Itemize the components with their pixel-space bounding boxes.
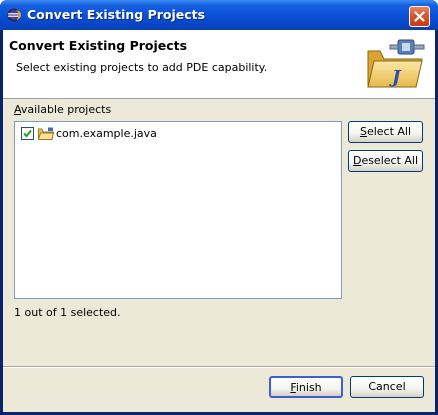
wizard-page-title: Convert Existing Projects (9, 38, 188, 53)
close-button[interactable] (409, 6, 430, 27)
select-all-button[interactable]: Select All (348, 121, 423, 143)
dialog-window: Convert Existing Projects Convert Existi… (0, 0, 438, 415)
project-folder-icon (37, 127, 55, 140)
project-checkbox[interactable] (21, 126, 34, 140)
checkmark-icon (23, 129, 32, 137)
wizard-banner: Convert Existing Projects Select existin… (3, 30, 435, 99)
button-bar-separator (3, 366, 435, 368)
eclipse-icon (7, 8, 21, 22)
java-project-folder-icon: J (364, 37, 426, 91)
wizard-page-description: Select existing projects to add PDE capa… (16, 61, 268, 74)
list-item[interactable]: com.example.java (21, 125, 157, 141)
cancel-button[interactable]: Cancel (350, 376, 424, 398)
dialog-client-area: Convert Existing Projects Select existin… (3, 30, 435, 412)
window-title: Convert Existing Projects (27, 7, 206, 22)
selection-status: 1 out of 1 selected. (14, 306, 121, 319)
project-name: com.example.java (56, 126, 157, 140)
title-bar[interactable]: Convert Existing Projects (0, 0, 438, 30)
finish-button[interactable]: Finish (269, 376, 343, 398)
projects-list[interactable]: com.example.java (14, 121, 342, 299)
deselect-all-button[interactable]: Deselect All (348, 150, 423, 172)
available-projects-label: Available projects (14, 103, 112, 116)
close-icon (414, 11, 425, 22)
